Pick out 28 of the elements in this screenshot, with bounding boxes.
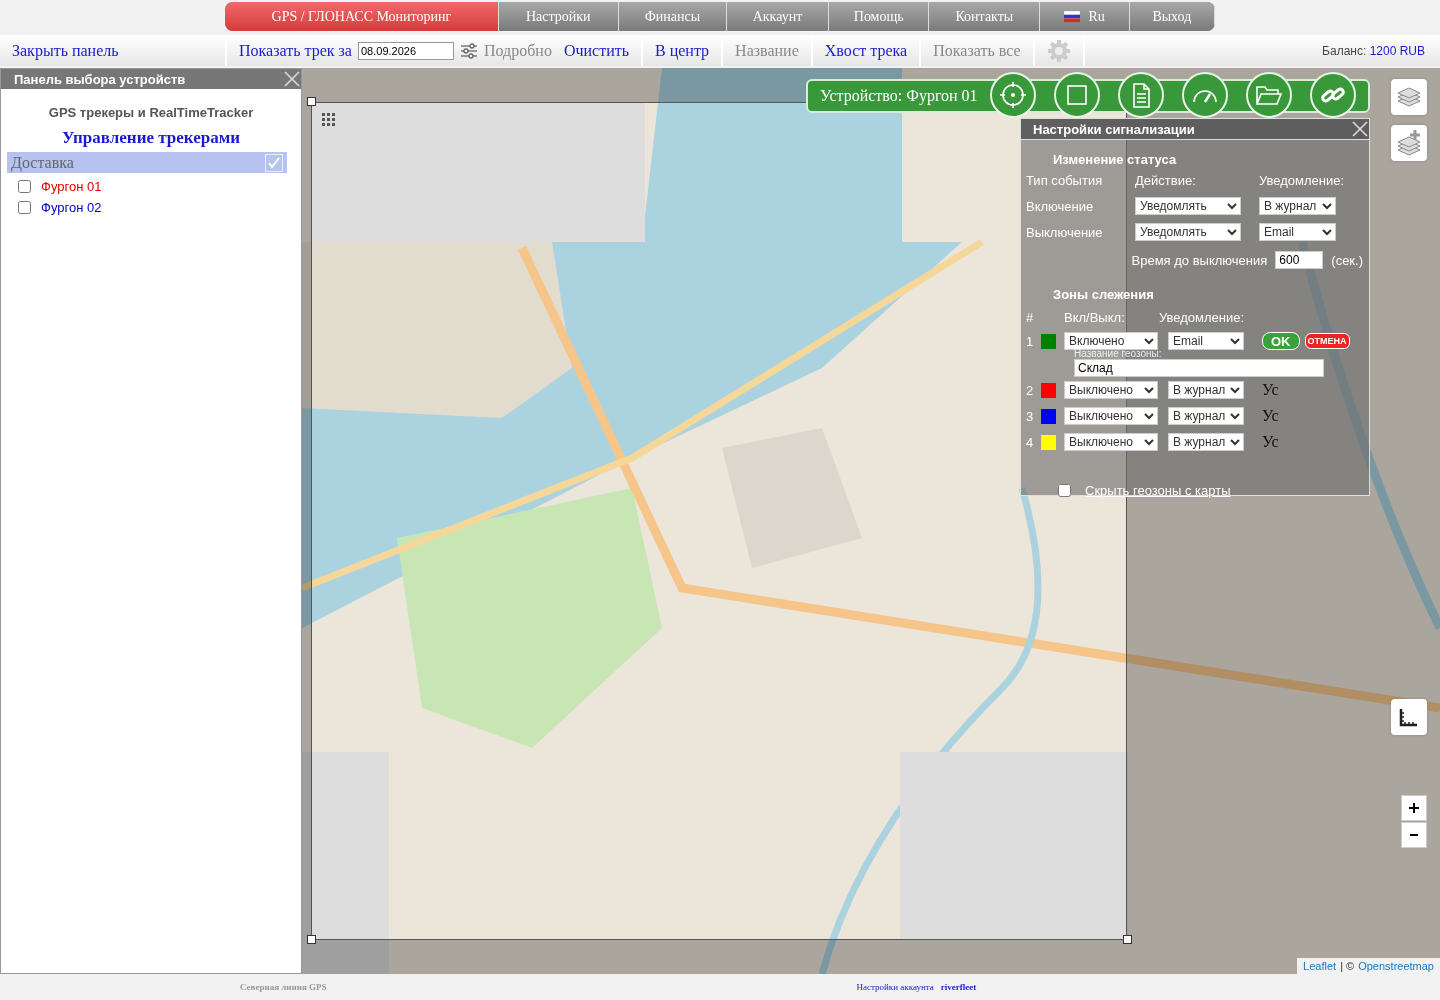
column-label: Тип события [1026,172,1104,188]
panel-heading: Управление трекерами [60,128,242,148]
column-label: Действие: [1135,172,1197,188]
section-heading: Зоны слежения [1053,287,1155,302]
panel-title: Настройки сигнализации [1033,121,1195,137]
zone-number: 4 [1026,434,1035,450]
balance-label: Баланс: [1322,43,1368,58]
balance-value: 1200 RUB [1369,43,1425,58]
zone-number: 2 [1026,382,1035,398]
column-label: Уведомление: [1159,309,1245,325]
section-heading: Изменение статуса [1053,152,1178,167]
zone-number: 1 [1026,333,1035,349]
unit-label: (сек.) [1331,252,1363,268]
panel-title: Панель выбора устройств [14,71,186,87]
panel-subtitle: GPS трекеры и RealTimeTracker [47,105,255,120]
brand-text: Северная линия GPS [240,982,327,992]
column-label: Вкл/Выкл: [1064,309,1126,325]
group-name: Доставка [11,153,74,172]
event-name: Включение [1026,198,1095,214]
event-name: Выключение [1026,224,1104,240]
zone-number: 3 [1026,408,1035,424]
username: riverfleet [940,982,977,992]
language-label: Ru [1088,8,1105,25]
column-label: # [1026,309,1035,325]
attribution-text: | © [1340,960,1355,972]
field-label: Название геозоны: [1074,348,1163,359]
field-label: Время до выключения [1131,252,1268,268]
column-label: Уведомление: [1259,172,1345,188]
